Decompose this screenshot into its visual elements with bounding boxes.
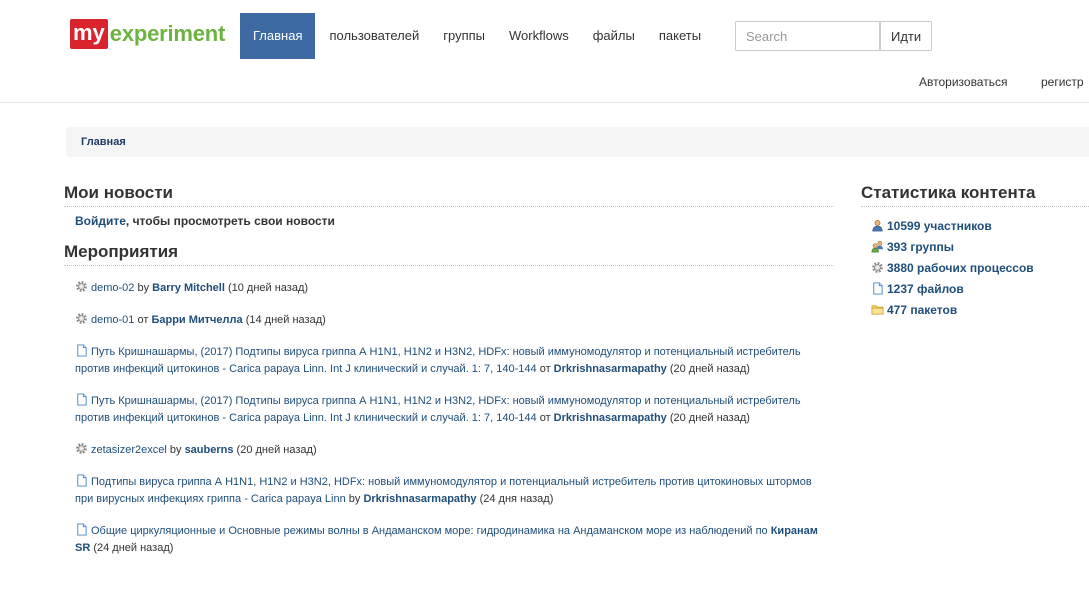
event-item: zetasizer2excel by sauberns (20 дней наз… bbox=[75, 442, 820, 459]
event-connector: от bbox=[536, 363, 554, 375]
event-connector: by bbox=[134, 282, 153, 294]
stat-groups-label: 393 группы bbox=[887, 240, 954, 254]
event-connector: от bbox=[536, 412, 554, 424]
news-login-note: Войдите, чтобы просмотреть свои новости bbox=[75, 213, 834, 229]
event-time: (24 дней назад) bbox=[90, 542, 174, 554]
event-item: Путь Кришнашармы, (2017) Подтипы вируса … bbox=[75, 393, 820, 427]
file-icon bbox=[77, 474, 87, 487]
nav-packs[interactable]: пакеты bbox=[647, 13, 713, 59]
event-user-link[interactable]: Drkrishnasarmapathy bbox=[554, 412, 667, 424]
stat-groups[interactable]: 393 группы bbox=[871, 237, 1089, 258]
events-list: demo-02 by Barry Mitchell (10 дней назад… bbox=[64, 280, 834, 557]
gear-icon bbox=[76, 313, 87, 324]
login-link[interactable]: Авторизоваться bbox=[919, 75, 1007, 89]
stat-members-label: 10599 участников bbox=[887, 219, 992, 233]
nav-users[interactable]: пользователей bbox=[317, 13, 431, 59]
stat-workflows[interactable]: 3880 рабочих процессов bbox=[871, 258, 1089, 279]
event-link[interactable]: demo-01 bbox=[91, 314, 134, 326]
top-navbar: my experiment Главная пользователей груп… bbox=[0, 0, 1089, 103]
stat-members[interactable]: 10599 участников bbox=[871, 216, 1089, 237]
gear-icon bbox=[76, 281, 87, 292]
event-item: demo-01 от Барри Митчелла (14 дней назад… bbox=[75, 312, 820, 329]
breadcrumb-home[interactable]: Главная bbox=[81, 136, 126, 148]
stat-workflows-label: 3880 рабочих процессов bbox=[887, 261, 1034, 275]
file-icon bbox=[77, 393, 87, 406]
nav-files[interactable]: файлы bbox=[581, 13, 647, 59]
stats-title: Статистика контента bbox=[861, 183, 1089, 207]
event-user-link[interactable]: Barry Mitchell bbox=[152, 282, 225, 294]
event-time: (14 дней назад) bbox=[242, 314, 326, 326]
news-login-link[interactable]: Войдите bbox=[75, 214, 126, 228]
event-connector: by bbox=[166, 444, 185, 456]
event-time: (24 дня назад) bbox=[476, 493, 554, 505]
event-item: Путь Кришнашармы, (2017) Подтипы вируса … bbox=[75, 344, 820, 378]
breadcrumb: Главная bbox=[66, 127, 1089, 157]
stat-packs-label: 477 пакетов bbox=[887, 303, 958, 317]
event-item: Общие циркуляционные и Основные режимы в… bbox=[75, 523, 820, 557]
group-icon bbox=[871, 241, 884, 253]
event-link[interactable]: demo-02 bbox=[91, 282, 134, 294]
news-title: Мои новости bbox=[64, 183, 834, 207]
stat-files[interactable]: 1237 файлов bbox=[871, 279, 1089, 300]
myexperiment-logo[interactable]: my experiment bbox=[70, 19, 225, 49]
event-item: Подтипы вируса гриппа А H1N1, H1N2 и H3N… bbox=[75, 474, 820, 508]
folder-icon bbox=[871, 305, 884, 315]
nav-groups[interactable]: группы bbox=[431, 13, 497, 59]
event-time: (20 дней назад) bbox=[233, 444, 317, 456]
stats-list: 10599 участников 393 группы 3880 рабочих… bbox=[861, 216, 1089, 321]
file-icon bbox=[77, 523, 87, 536]
event-connector: by bbox=[345, 493, 364, 505]
event-time: (20 дней назад) bbox=[666, 363, 750, 375]
event-item: demo-02 by Barry Mitchell (10 дней назад… bbox=[75, 280, 820, 297]
event-user-link[interactable]: Барри Митчелла bbox=[151, 314, 242, 326]
event-user-link[interactable]: Drkrishnasarmapathy bbox=[554, 363, 667, 375]
search-input[interactable] bbox=[735, 21, 880, 51]
nav-home[interactable]: Главная bbox=[240, 13, 316, 59]
content-stats-sidebar: Статистика контента 10599 участников 393… bbox=[861, 183, 1089, 321]
event-time: (20 дней назад) bbox=[666, 412, 750, 424]
event-link[interactable]: zetasizer2excel bbox=[91, 444, 167, 456]
logo-experiment: experiment bbox=[109, 21, 226, 46]
logo-my: my bbox=[70, 19, 108, 49]
file-icon bbox=[77, 344, 87, 357]
event-time: (10 дней назад) bbox=[224, 282, 309, 294]
news-login-rest: , чтобы просмотреть свои новости bbox=[125, 214, 335, 228]
user-icon bbox=[872, 219, 883, 232]
stat-files-label: 1237 файлов bbox=[887, 282, 964, 296]
search-go-button[interactable]: Идти bbox=[880, 21, 932, 51]
main-nav: Главная пользователей группы Workflows ф… bbox=[240, 13, 713, 59]
gear-icon bbox=[872, 262, 883, 273]
nav-workflows[interactable]: Workflows bbox=[497, 13, 581, 59]
main-content: Мои новости Войдите, чтобы просмотреть с… bbox=[64, 183, 834, 572]
event-user-link[interactable]: Drkrishnasarmapathy bbox=[363, 493, 476, 505]
gear-icon bbox=[76, 443, 87, 454]
event-connector: от bbox=[134, 314, 152, 326]
stat-packs[interactable]: 477 пакетов bbox=[871, 300, 1089, 321]
file-icon bbox=[873, 282, 883, 295]
events-title: Мероприятия bbox=[64, 242, 834, 266]
register-link[interactable]: регистр bbox=[1041, 75, 1084, 89]
event-user-link[interactable]: sauberns bbox=[185, 444, 234, 456]
event-link[interactable]: Общие циркуляционные и Основные режимы в… bbox=[91, 525, 768, 537]
